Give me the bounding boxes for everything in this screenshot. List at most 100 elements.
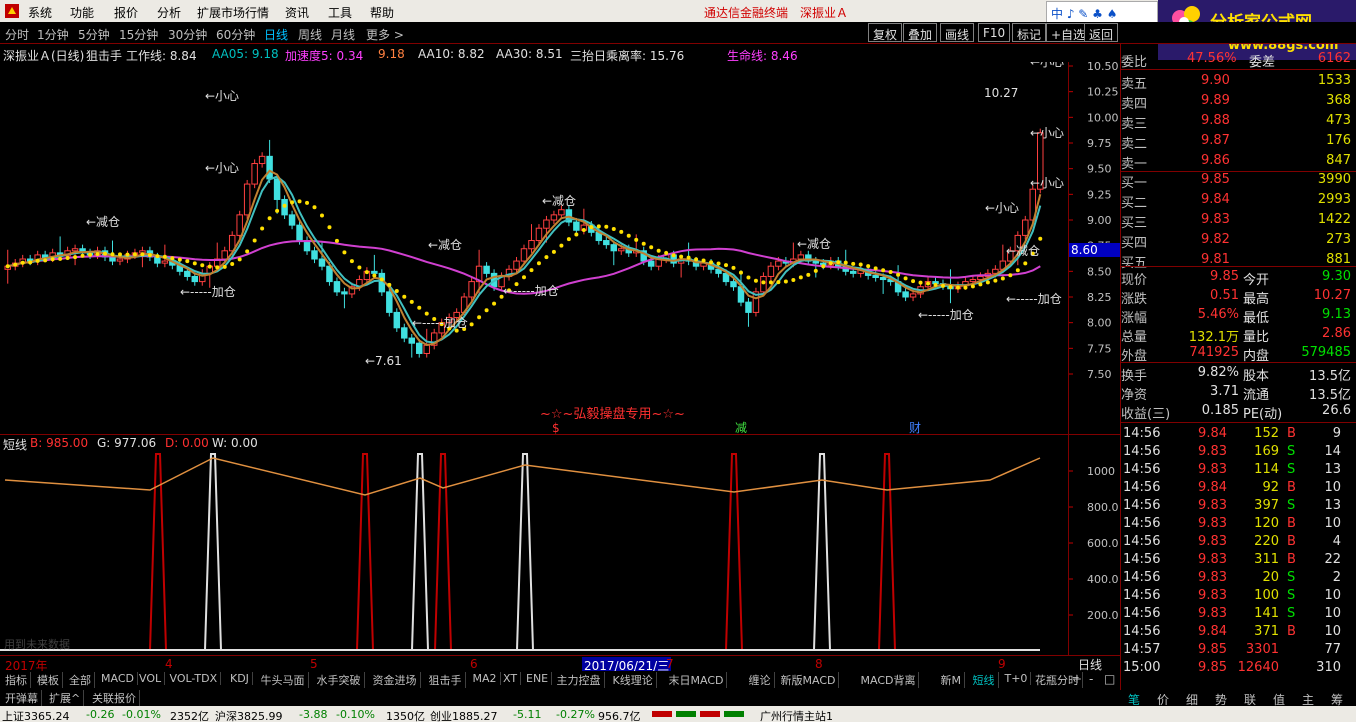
candle-body [288,214,296,226]
aa10-dot [245,249,250,254]
sell-level-row: 卖四 9.89 368 [1121,92,1356,112]
aa10-dot [80,253,85,258]
indicator-tab[interactable]: 资金进场 [370,672,421,688]
menu-help[interactable]: 帮助 [370,4,394,21]
menu-quote[interactable]: 报价 [114,4,138,21]
period-fenshi[interactable]: 分时 [5,26,29,43]
cell: 13 [1324,462,1341,477]
indicator-tab[interactable]: XT [500,672,522,685]
indicator-tab[interactable]: MA2 [470,672,501,685]
tab-nav-minus[interactable]: - [1089,672,1093,686]
indicator-tab[interactable]: 水手突破 [314,672,365,688]
mark-button[interactable]: 标记 [1012,23,1047,42]
cell: 20 [1262,570,1279,585]
server-name[interactable]: 广州行情主站1 [760,708,833,722]
sell-level-row: 卖三 9.88 473 [1121,112,1356,132]
menu-news[interactable]: 资讯 [285,4,309,21]
fuquan-button[interactable]: 复权 [868,23,903,42]
tick-row: 14:56 9.83 100 S 10 [1121,587,1356,605]
price-axis-label: 8.25 [1087,291,1112,304]
cell: 14:56 [1123,606,1161,621]
back-button[interactable]: 返回 [1084,23,1119,42]
indicator-tab[interactable]: 主力控盘 [554,672,605,688]
cell: S [1287,588,1296,603]
menu-system[interactable]: 系统 [28,4,52,21]
indicator-tab[interactable]: T+0 [1002,672,1032,685]
cell: 13 [1324,498,1341,513]
sh-index[interactable]: 上证3365.24 [2,708,70,722]
signal-spike [411,453,429,651]
period-60min[interactable]: 60分钟 [216,26,255,43]
indicator-tab[interactable]: 缠论 [746,672,775,688]
period-30min[interactable]: 30分钟 [168,26,207,43]
indicator-tab[interactable]: 末日MACD [666,672,728,688]
menu-ext-market[interactable]: 扩展市场行情 [197,4,269,21]
cell: 买一 [1121,176,1148,191]
tab-nav-box[interactable]: □ [1104,672,1115,686]
f10-button[interactable]: F10 [978,23,1011,42]
aa10-dot [364,270,369,275]
indicator-tab[interactable]: 模板 [34,672,63,688]
expand-tab[interactable]: 扩展^ [46,690,85,706]
aa10-dot [933,282,938,287]
aa10-dot [940,283,945,288]
aa10-dot [918,280,923,285]
menu-function[interactable]: 功能 [70,4,94,21]
candle-body [483,265,490,274]
indicator-tab[interactable]: MACD [98,672,138,685]
period-15min[interactable]: 15分钟 [119,26,158,43]
indicator-tab[interactable]: 狙击手 [426,672,466,688]
indicator-tab[interactable]: ENE [523,672,553,685]
candle-body [879,276,887,281]
indicator-tab[interactable]: VOL [136,672,166,685]
candle-body [243,183,251,216]
aa10-dot [1023,261,1028,266]
candlestick-chart[interactable]: ←小心 ←小心 ←小心 ←小心 ←小心 ←小心 ←减仓 ←减仓 ←减仓 ←减仓 ←减仓 ←-----加… [0,62,1068,434]
cell: 9.82 [1201,232,1230,247]
aa10-dot [215,265,220,270]
draw-line-button[interactable]: 画线 [940,23,975,42]
period-monthly[interactable]: 月线 [331,26,355,43]
indicator-tab[interactable]: KDJ [227,672,253,685]
aa10-dot [477,315,482,320]
cell: 9.90 [1201,73,1230,88]
aa10-dot [20,260,25,265]
short-line-indicator-chart[interactable]: 用到未来数据 [0,450,1068,655]
indicator-tab[interactable]: 全部 [66,672,95,688]
overlay-button[interactable]: 叠加 [903,23,938,42]
candle-body [266,155,273,180]
cell: 流通 [1243,388,1270,403]
indicator-axis-label: 1000 [1087,465,1115,478]
indicator-tab[interactable]: MACD背离 [858,672,920,688]
cy-index[interactable]: 创业1885.27 [430,708,498,722]
period-more[interactable]: 更多 > [366,26,404,43]
related-quote-tab[interactable]: 关联报价 [89,690,140,706]
watermark-text: ~☆~弘毅操盘专用~☆~ [540,406,685,422]
cell: 141 [1254,606,1279,621]
candle-body [520,248,528,262]
period-5min[interactable]: 5分钟 [78,26,110,43]
annotation-jiancang: ←减仓 [542,194,576,208]
period-daily[interactable]: 日线 [264,26,288,43]
tab-nav-plus[interactable]: + [1072,672,1082,686]
indicator-tab[interactable]: VOL-TDX [167,672,222,685]
cell: 9.85 [1210,269,1239,284]
tick-row: 14:56 9.84 371 B 10 [1121,623,1356,641]
indicator-tab[interactable]: 新M [938,672,965,688]
indicator-tab[interactable]: 指标 [2,672,31,688]
period-1min[interactable]: 1分钟 [37,26,69,43]
period-weekly[interactable]: 周线 [298,26,322,43]
price-axis-label: 10.00 [1087,111,1119,124]
indicator-tab[interactable]: 牛头马面 [258,672,309,688]
ime-toolbar[interactable]: 中 ♪ ✎ ♣ ♠ [1046,1,1158,23]
cell: 14:56 [1123,534,1161,549]
indicator-tab[interactable]: 短线 [970,672,999,688]
menu-analysis[interactable]: 分析 [157,4,181,21]
annotation-low: ←7.61 [365,354,402,368]
menu-tools[interactable]: 工具 [328,4,352,21]
danmu-tab[interactable]: 开弹幕 [2,690,42,706]
indicator-tab[interactable]: 新版MACD [778,672,840,688]
candle-body [109,256,116,262]
indicator-tab[interactable]: K线理论 [610,672,657,688]
sz-index[interactable]: 沪深3825.99 [215,708,283,722]
